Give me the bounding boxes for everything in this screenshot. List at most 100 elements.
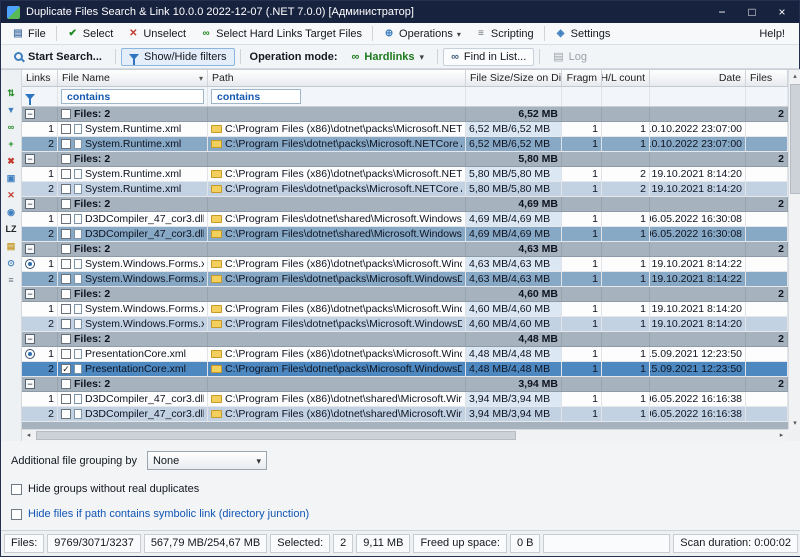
- lz-compress-icon[interactable]: LZ: [4, 222, 19, 236]
- collapse-group-icon[interactable]: [25, 334, 35, 344]
- menu-item-settings[interactable]: ◈Settings: [548, 23, 618, 44]
- locate-file-icon[interactable]: ⊙: [4, 256, 19, 270]
- row-checkbox[interactable]: [61, 409, 71, 419]
- row-checkbox[interactable]: [61, 319, 71, 329]
- group-header-row[interactable]: Files: 25,80 MB2: [22, 152, 788, 167]
- group-header-row[interactable]: Files: 26,52 MB2: [22, 107, 788, 122]
- hardlink-source-icon[interactable]: ◉: [4, 205, 19, 219]
- filename-filter-input[interactable]: contains: [61, 89, 204, 104]
- file-row[interactable]: 2System.Runtime.xmlC:\Program Files\dotn…: [22, 137, 788, 152]
- column-header-fragm[interactable]: Fragm: [562, 70, 602, 86]
- scroll-left-icon[interactable]: [22, 430, 35, 441]
- operations-gear-icon: ⊕: [383, 28, 395, 39]
- vertical-scrollbar[interactable]: [788, 70, 800, 430]
- create-hardlink-icon[interactable]: ∞: [4, 120, 19, 134]
- scroll-right-icon[interactable]: [775, 430, 788, 441]
- group-checkbox[interactable]: [61, 199, 71, 209]
- invert-selection-icon[interactable]: ⇅: [4, 86, 19, 100]
- delete-files-icon[interactable]: ✕: [4, 188, 19, 202]
- row-checkbox[interactable]: [61, 214, 71, 224]
- minimize-button[interactable]: −: [715, 5, 729, 19]
- collapse-group-icon[interactable]: [25, 109, 35, 119]
- open-folder-icon[interactable]: ▤: [4, 239, 19, 253]
- column-header-date[interactable]: Date: [650, 70, 746, 86]
- file-row[interactable]: 2D3DCompiler_47_cor3.dllC:\Program Files…: [22, 227, 788, 242]
- row-checkbox[interactable]: [61, 274, 71, 284]
- row-checkbox[interactable]: [61, 349, 71, 359]
- collapse-group-icon[interactable]: [25, 244, 35, 254]
- log-button[interactable]: Log: [545, 47, 595, 66]
- horizontal-scroll-thumb[interactable]: [36, 431, 516, 440]
- column-header-path[interactable]: Path: [208, 70, 466, 86]
- start-search-button[interactable]: Start Search...: [6, 48, 110, 66]
- collapse-group-icon[interactable]: [25, 154, 35, 164]
- maximize-button[interactable]: □: [745, 5, 759, 19]
- grouping-select[interactable]: None: [147, 451, 267, 470]
- menu-item-unselect[interactable]: ✕Unselect: [120, 23, 193, 44]
- show-hide-filters-button[interactable]: Show/Hide filters: [121, 48, 235, 66]
- file-fragm: 1: [562, 347, 602, 361]
- column-header-files[interactable]: Files: [746, 70, 788, 86]
- option-checkbox[interactable]: [11, 484, 22, 495]
- file-row[interactable]: 1System.Runtime.xmlC:\Program Files (x86…: [22, 122, 788, 137]
- menu-item-scripting[interactable]: ≡Scripting: [468, 23, 541, 44]
- path-filter-input[interactable]: contains: [211, 89, 301, 104]
- group-checkbox[interactable]: [61, 289, 71, 299]
- file-row[interactable]: 2D3DCompiler_47_cor3.dllC:\Program Files…: [22, 407, 788, 422]
- break-link-icon[interactable]: ✖: [4, 154, 19, 168]
- operation-mode-select[interactable]: Hardlinks: [344, 48, 433, 66]
- row-checkbox[interactable]: [61, 169, 71, 179]
- row-checkbox[interactable]: [61, 259, 71, 269]
- scroll-up-icon[interactable]: [789, 70, 800, 83]
- collapse-group-icon[interactable]: [25, 289, 35, 299]
- column-header-name[interactable]: File Name: [58, 70, 208, 86]
- file-row[interactable]: 1D3DCompiler_47_cor3.dllC:\Program Files…: [22, 212, 788, 227]
- copy-files-icon[interactable]: ▣: [4, 171, 19, 185]
- row-checkbox[interactable]: [61, 394, 71, 404]
- file-row[interactable]: 2System.Runtime.xmlC:\Program Files\dotn…: [22, 182, 788, 197]
- close-button[interactable]: ×: [775, 5, 789, 19]
- group-name-cell: Files: 2: [58, 377, 208, 391]
- file-row[interactable]: 2System.Windows.Forms.xmlC:\Program File…: [22, 317, 788, 332]
- row-checkbox[interactable]: [61, 229, 71, 239]
- menu-item-operations[interactable]: ⊕Operations: [376, 23, 468, 44]
- file-row[interactable]: 1D3DCompiler_47_cor3.dllC:\Program Files…: [22, 392, 788, 407]
- group-header-row[interactable]: Files: 24,69 MB2: [22, 197, 788, 212]
- collapse-group-icon[interactable]: [25, 379, 35, 389]
- horizontal-scrollbar[interactable]: [22, 429, 788, 441]
- column-header-hl[interactable]: H/L count: [602, 70, 650, 86]
- group-header-row[interactable]: Files: 24,63 MB2: [22, 242, 788, 257]
- find-in-list-button[interactable]: Find in List...: [443, 48, 534, 66]
- add-files-icon[interactable]: +: [4, 137, 19, 151]
- menu-help[interactable]: Help!: [749, 28, 795, 40]
- group-checkbox[interactable]: [61, 379, 71, 389]
- group-header-row[interactable]: Files: 24,60 MB2: [22, 287, 788, 302]
- vertical-scroll-thumb[interactable]: [790, 84, 800, 194]
- file-row[interactable]: 1System.Windows.Forms.xmlC:\Program File…: [22, 257, 788, 272]
- properties-icon[interactable]: ≡: [4, 273, 19, 287]
- group-header-row[interactable]: Files: 23,94 MB2: [22, 377, 788, 392]
- file-row[interactable]: 2PresentationCore.xmlC:\Program Files\do…: [22, 362, 788, 377]
- row-checkbox[interactable]: [61, 364, 71, 374]
- menu-item-select[interactable]: ✔Select: [60, 23, 121, 44]
- group-checkbox[interactable]: [61, 244, 71, 254]
- group-header-row[interactable]: Files: 24,48 MB2: [22, 332, 788, 347]
- file-row[interactable]: 2System.Windows.Forms.xmlC:\Program File…: [22, 272, 788, 287]
- filter-groups-icon[interactable]: ▼: [4, 103, 19, 117]
- file-row[interactable]: 1PresentationCore.xmlC:\Program Files (x…: [22, 347, 788, 362]
- menu-item-select-hardlink-targets[interactable]: ∞Select Hard Links Target Files: [193, 23, 369, 44]
- file-row[interactable]: 1System.Windows.Forms.xmlC:\Program File…: [22, 302, 788, 317]
- column-header-links[interactable]: Links: [22, 70, 58, 86]
- file-row[interactable]: 1System.Runtime.xmlC:\Program Files (x86…: [22, 167, 788, 182]
- row-checkbox[interactable]: [61, 184, 71, 194]
- menu-item-file[interactable]: ▤File: [5, 23, 53, 44]
- group-checkbox[interactable]: [61, 109, 71, 119]
- row-checkbox[interactable]: [61, 139, 71, 149]
- column-header-size[interactable]: File Size/Size on Disk: [466, 70, 562, 86]
- collapse-group-icon[interactable]: [25, 199, 35, 209]
- row-checkbox[interactable]: [61, 124, 71, 134]
- group-checkbox[interactable]: [61, 334, 71, 344]
- option-checkbox[interactable]: [11, 509, 22, 520]
- row-checkbox[interactable]: [61, 304, 71, 314]
- group-checkbox[interactable]: [61, 154, 71, 164]
